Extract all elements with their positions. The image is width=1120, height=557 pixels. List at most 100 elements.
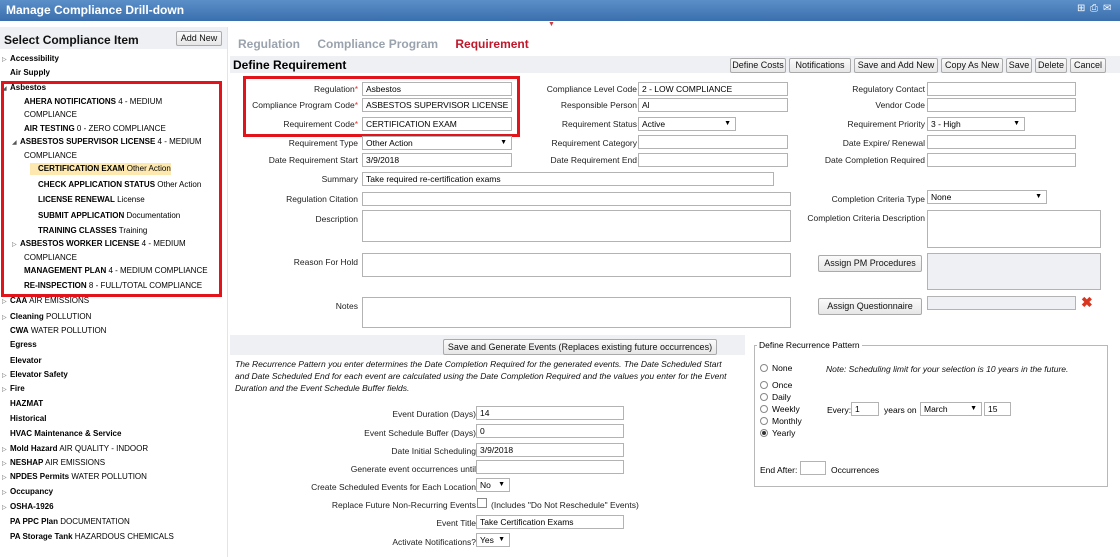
level-code-field[interactable]: 2 - LOW COMPLIANCE xyxy=(638,82,788,96)
delete-button[interactable]: Delete xyxy=(1035,58,1067,73)
expand-toggle-icon[interactable]: ▷ xyxy=(2,458,10,470)
criteria-desc-field[interactable] xyxy=(927,210,1101,248)
save-generate-events-button[interactable]: Save and Generate Events (Replaces exist… xyxy=(443,339,717,355)
expand-toggle-icon[interactable]: ▷ xyxy=(2,444,10,456)
expand-toggle-icon[interactable]: ▷ xyxy=(2,296,10,308)
cancel-button[interactable]: Cancel xyxy=(1070,58,1106,73)
expand-toggle-icon[interactable]: ▷ xyxy=(2,502,10,514)
tree-item[interactable]: HAZMAT xyxy=(2,398,43,410)
expire-field[interactable] xyxy=(927,135,1076,149)
summary-field[interactable]: Take required re-certification exams xyxy=(362,172,774,186)
save-and-add-new-button[interactable]: Save and Add New xyxy=(854,58,938,73)
email-icon[interactable]: ✉ xyxy=(1103,4,1113,14)
tree-item[interactable]: Historical xyxy=(2,413,46,425)
tab-regulation[interactable]: Regulation xyxy=(238,37,300,51)
regulatory-contact-field[interactable] xyxy=(927,82,1076,96)
chevron-down-icon: ▼ xyxy=(498,536,505,543)
assign-pm-button[interactable]: Assign PM Procedures xyxy=(818,255,922,272)
tree-item[interactable]: Egress xyxy=(2,339,37,351)
citation-field[interactable] xyxy=(362,192,791,206)
generate-until-field[interactable] xyxy=(476,460,624,474)
day-field[interactable]: 15 xyxy=(984,402,1011,416)
month-select[interactable]: March ▼ xyxy=(920,402,982,416)
notes-field[interactable] xyxy=(362,297,791,328)
notifications-button[interactable]: Notifications xyxy=(789,58,851,73)
buffer-field[interactable]: 0 xyxy=(476,424,624,438)
radio-monthly[interactable] xyxy=(760,417,768,425)
tree-item[interactable]: ▷ OSHA-1926 xyxy=(2,501,54,514)
tree-item-detail: WATER POLLUTION xyxy=(28,326,107,335)
date-start-field[interactable]: 3/9/2018 xyxy=(362,153,512,167)
title-bar: Manage Compliance Drill-down ⊞ ⎙ ✉ xyxy=(0,0,1120,21)
requirement-type-select[interactable]: Other Action ▼ xyxy=(362,136,512,150)
expand-toggle-icon[interactable]: ▷ xyxy=(2,370,10,382)
criteria-type-select[interactable]: None ▼ xyxy=(927,190,1047,204)
create-events-select[interactable]: No ▼ xyxy=(476,478,510,492)
vendor-code-field[interactable] xyxy=(927,98,1076,112)
print-icon[interactable]: ⎙ xyxy=(1090,4,1100,14)
expand-toggle-icon[interactable]: ▷ xyxy=(2,384,10,396)
tree-item[interactable]: Elevator xyxy=(2,355,42,367)
tree-item[interactable]: ▷ NESHAP AIR EMISSIONS xyxy=(2,457,105,470)
tree-item[interactable]: HVAC Maintenance & Service xyxy=(2,428,121,440)
expand-icon[interactable]: ⊞ xyxy=(1077,4,1087,14)
years-on-label: years on xyxy=(884,405,917,415)
tree-item[interactable]: Air Supply xyxy=(2,67,50,79)
event-title-field[interactable]: Take Certification Exams xyxy=(476,515,624,529)
description-field[interactable] xyxy=(362,210,791,242)
category-field[interactable] xyxy=(638,135,788,149)
chevron-down-icon: ▼ xyxy=(1013,120,1020,127)
tree-item-detail: POLLUTION xyxy=(43,312,92,321)
tree-item[interactable]: ▷ Elevator Safety xyxy=(2,369,68,382)
status-select[interactable]: Active ▼ xyxy=(638,117,736,131)
assign-questionnaire-button[interactable]: Assign Questionnaire xyxy=(818,298,922,315)
tree-item[interactable]: ▷ Cleaning POLLUTION xyxy=(2,311,91,324)
radio-once[interactable] xyxy=(760,381,768,389)
date-end-field[interactable] xyxy=(638,153,788,167)
tree-item[interactable]: PA Storage Tank HAZARDOUS CHEMICALS xyxy=(2,531,174,543)
completion-required-field[interactable] xyxy=(927,153,1076,167)
criteria-desc-label: Completion Criteria Description xyxy=(807,213,925,223)
replace-events-checkbox[interactable] xyxy=(477,498,487,508)
tab-requirement[interactable]: Requirement xyxy=(455,37,528,51)
description-label: Description xyxy=(315,214,358,224)
tree-item[interactable]: ▷ Accessibility xyxy=(2,53,59,66)
priority-select[interactable]: 3 - High ▼ xyxy=(927,117,1025,131)
tree-item-name: Egress xyxy=(10,340,37,349)
tree-item[interactable]: ▷ Occupancy xyxy=(2,486,53,499)
every-field[interactable]: 1 xyxy=(851,402,879,416)
generate-until-label: Generate event occurrences until xyxy=(350,464,476,474)
tab-compliance-program[interactable]: Compliance Program xyxy=(317,37,438,51)
tree-item[interactable]: ▷ NPDES Permits WATER POLLUTION xyxy=(2,471,147,484)
copy-as-new-button[interactable]: Copy As New xyxy=(941,58,1003,73)
tree-item[interactable]: ▷ Fire xyxy=(2,383,25,396)
save-button[interactable]: Save xyxy=(1006,58,1032,73)
duration-field[interactable]: 14 xyxy=(476,406,624,420)
radio-none[interactable] xyxy=(760,364,768,372)
define-costs-button[interactable]: Define Costs xyxy=(730,58,786,73)
clear-questionnaire-icon[interactable]: ✖ xyxy=(1081,294,1093,311)
add-new-button[interactable]: Add New xyxy=(176,31,222,46)
radio-weekly[interactable] xyxy=(760,405,768,413)
radio-daily[interactable] xyxy=(760,393,768,401)
expand-toggle-icon[interactable]: ▷ xyxy=(2,472,10,484)
expand-toggle-icon[interactable]: ▷ xyxy=(2,487,10,499)
vendor-code-label: Vendor Code xyxy=(875,100,925,110)
end-after-field[interactable] xyxy=(800,461,826,475)
expand-toggle-icon[interactable]: ▷ xyxy=(2,54,10,66)
breadcrumb-tabs: Regulation Compliance Program Requiremen… xyxy=(238,37,543,51)
tree-item[interactable]: PA PPC Plan DOCUMENTATION xyxy=(2,516,130,528)
tree-item[interactable]: CWA WATER POLLUTION xyxy=(2,325,106,337)
tree-item-name: NPDES Permits xyxy=(10,472,70,481)
radio-label-daily: Daily xyxy=(772,392,791,402)
tree-item-detail: AIR QUALITY - INDOOR xyxy=(57,444,149,453)
reason-field[interactable] xyxy=(362,253,791,277)
tree-item[interactable]: ▷ Mold Hazard AIR QUALITY - INDOOR xyxy=(2,443,148,456)
initial-scheduling-field[interactable]: 3/9/2018 xyxy=(476,443,624,457)
tree-header: Select Compliance Item Add New xyxy=(0,27,227,49)
activate-notifications-select[interactable]: Yes ▼ xyxy=(476,533,510,547)
summary-label: Summary xyxy=(321,174,358,184)
responsible-person-field[interactable]: Al xyxy=(638,98,788,112)
radio-yearly[interactable] xyxy=(760,429,768,437)
expand-toggle-icon[interactable]: ▷ xyxy=(2,312,10,324)
